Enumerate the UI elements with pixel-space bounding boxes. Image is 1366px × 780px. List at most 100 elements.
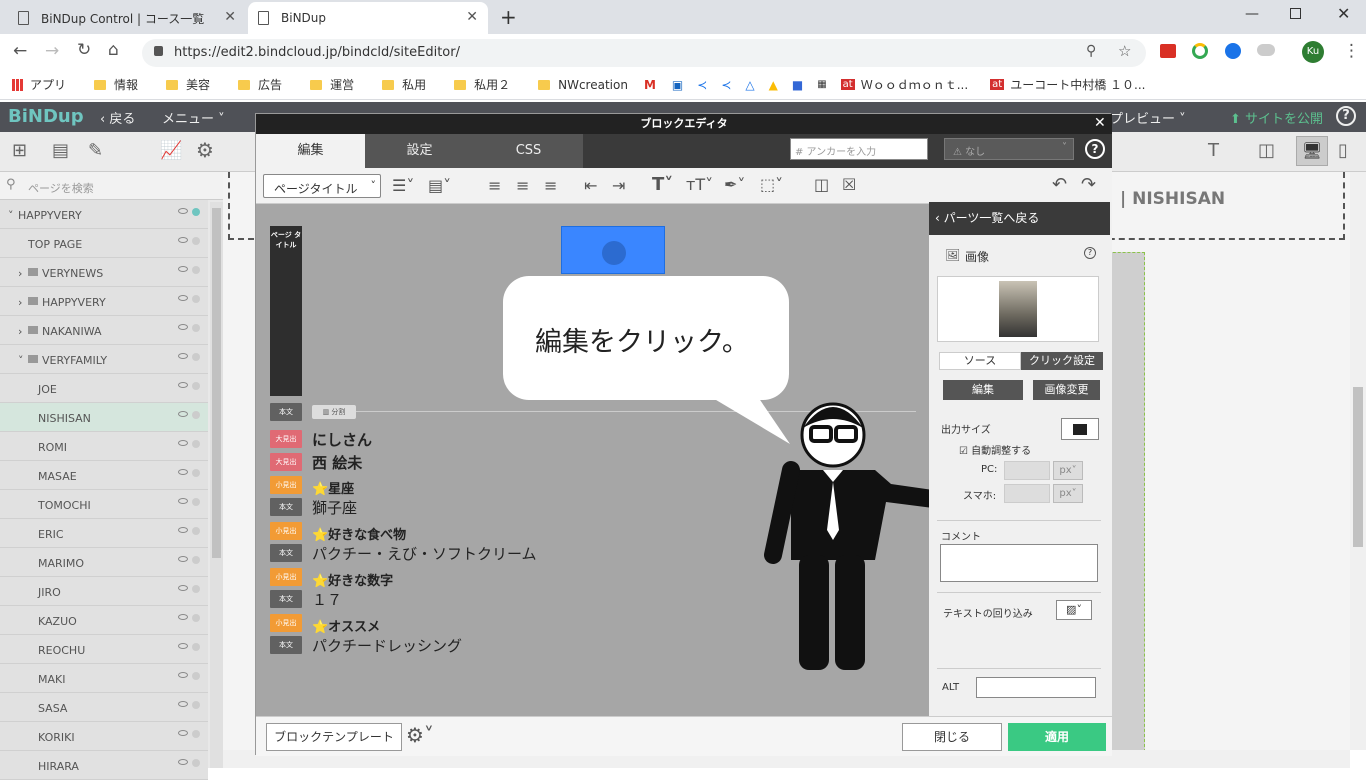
home-icon[interactable]: ⌂ [108, 40, 119, 60]
search-input[interactable]: ページを検索 [28, 180, 94, 196]
chevron-right-icon[interactable]: › [18, 267, 22, 280]
anchor-input[interactable]: # アンカーを入力 [790, 138, 928, 160]
back-arrow-icon[interactable]: ← [13, 41, 27, 61]
sidebar-item[interactable]: MARIMO [0, 548, 208, 577]
eye-icon[interactable] [178, 585, 188, 591]
bookmark-folder[interactable]: 広告 [238, 76, 282, 93]
pc-size-input[interactable] [1004, 461, 1050, 480]
outdent-icon[interactable]: ⇤ [584, 176, 597, 195]
settings-gear-icon[interactable]: ⚙ [196, 138, 214, 162]
sidebar-item[interactable]: TOP PAGE [0, 229, 208, 258]
help-icon[interactable]: ? [1336, 106, 1356, 126]
undo-icon[interactable]: ↶ [1052, 174, 1067, 195]
style-select[interactable]: ページタイトル ˅ [263, 174, 381, 198]
eye-icon[interactable] [178, 469, 188, 475]
pc-unit-select[interactable]: px˅ [1053, 461, 1083, 480]
eye-icon[interactable] [178, 440, 188, 446]
add-page-icon[interactable]: ⊞ [12, 140, 27, 161]
eye-icon[interactable] [178, 411, 188, 417]
forward-arrow-icon[interactable]: → [45, 41, 59, 61]
page-search[interactable]: ⚲ ページを検索 [0, 172, 223, 200]
content-text[interactable]: ⭐好きな数字 [312, 570, 393, 589]
eye-icon[interactable] [178, 759, 188, 765]
tab-settings[interactable]: 設定 [365, 134, 474, 168]
sidebar-item[interactable]: TOMOCHI [0, 490, 208, 519]
edit-page-icon[interactable]: ✎ [88, 140, 103, 161]
redo-icon[interactable]: ↷ [1081, 174, 1096, 195]
sidebar-item[interactable]: JOE [0, 374, 208, 403]
eye-icon[interactable] [178, 527, 188, 533]
change-image-button[interactable]: 画像変更 [1033, 380, 1100, 400]
text-style-icon[interactable]: T [1208, 140, 1219, 161]
tab-bindup[interactable]: BiNDup ✕ [248, 2, 488, 34]
edit-image-button[interactable]: 編集 [943, 380, 1023, 400]
profile-avatar[interactable]: Ku [1302, 41, 1324, 63]
desktop-view-icon[interactable]: 🖥 [1296, 136, 1328, 166]
bookmark-yucourt[interactable]: at ユーコート中村橋 １０... [990, 76, 1145, 93]
bookmark-folder[interactable]: NWcreation [538, 78, 628, 92]
tab-bindup-control[interactable]: BiNDup Control | コース一覧 ✕ [8, 2, 246, 34]
tab-edit[interactable]: 編集 [256, 134, 365, 168]
eye-icon[interactable] [178, 730, 188, 736]
site-icon[interactable]: ▣ [672, 78, 683, 92]
restore-icon[interactable] [1290, 8, 1301, 19]
bookmark-folder[interactable]: 美容 [166, 76, 210, 93]
sidebar-item[interactable]: HIRARA [0, 751, 208, 780]
text-box-icon[interactable]: ⬚˅ [760, 175, 783, 194]
align-center-icon[interactable]: ≡ [516, 176, 529, 195]
eye-icon[interactable] [178, 556, 188, 562]
eye-icon[interactable] [178, 382, 188, 388]
eye-icon[interactable] [178, 295, 188, 301]
image-thumbnail-frame[interactable] [937, 276, 1099, 342]
sidebar-item[interactable]: › NAKANIWA [0, 316, 208, 345]
sidebar-item[interactable]: MAKI [0, 664, 208, 693]
chevron-down-icon[interactable]: ˅ [8, 209, 14, 222]
ads-icon[interactable]: ▲ [769, 78, 778, 92]
layout-icon[interactable]: ◫ [1258, 140, 1275, 161]
sidebar-item[interactable]: MASAE [0, 461, 208, 490]
bookmark-apps[interactable]: アプリ [12, 76, 66, 93]
comment-textarea[interactable] [940, 544, 1098, 582]
content-text[interactable]: ⭐星座 [312, 478, 354, 497]
close-button[interactable]: 閉じる [902, 723, 1002, 751]
scrollbar-thumb[interactable] [1353, 387, 1363, 547]
content-text[interactable]: ⭐オススメ [312, 616, 380, 635]
mobile-view-icon[interactable]: ▯ [1338, 140, 1348, 161]
help-icon[interactable]: ? [1085, 139, 1105, 159]
chevron-right-icon[interactable]: › [18, 325, 22, 338]
tab-css[interactable]: CSS [474, 134, 583, 168]
bookmark-folder[interactable]: 私用２ [454, 76, 510, 93]
help-icon[interactable]: ? [1084, 247, 1096, 259]
output-size-button[interactable] [1061, 418, 1099, 440]
sidebar-scrollbar[interactable] [210, 202, 223, 768]
menu-button[interactable]: メニュー ˅ [162, 108, 225, 127]
close-tab-icon[interactable]: ✕ [466, 9, 478, 25]
star-icon[interactable]: ☆ [1118, 42, 1131, 60]
sidebar-item[interactable]: SASA [0, 693, 208, 722]
bookmark-folder[interactable]: 運営 [310, 76, 354, 93]
tab-click-settings[interactable]: クリック設定 [1021, 352, 1103, 370]
modal-close-icon[interactable]: ✕ [1094, 115, 1106, 131]
selected-image[interactable] [561, 226, 665, 274]
divider-tag[interactable]: ▥ 分割 [312, 405, 356, 419]
content-text[interactable]: にしさん [312, 429, 372, 450]
sidebar-item[interactable]: › VERYNEWS [0, 258, 208, 287]
chevron-right-icon[interactable]: › [18, 296, 22, 309]
address-bar[interactable]: https://edit2.bindcloud.jp/bindcld/siteE… [142, 39, 1146, 67]
eye-icon[interactable] [178, 701, 188, 707]
site-icon[interactable]: ≺ [697, 78, 707, 92]
align-left-icon[interactable]: ≡ [488, 176, 501, 195]
extension-icon[interactable] [1225, 43, 1241, 59]
scrollbar-thumb[interactable] [212, 208, 221, 558]
gear-icon[interactable]: ⚙˅ [406, 723, 434, 747]
drive-icon[interactable]: △ [745, 78, 754, 92]
content-text[interactable]: 獅子座 [312, 497, 357, 518]
chrome-menu-icon[interactable]: ⋮ [1343, 41, 1360, 61]
page-scrollbar[interactable] [1350, 172, 1366, 750]
bullet-list-icon[interactable]: ☰˅ [392, 176, 414, 195]
sidebar-item[interactable]: KAZUO [0, 606, 208, 635]
sidebar-item[interactable]: REOCHU [0, 635, 208, 664]
text-color-icon[interactable]: T˅ [652, 174, 673, 195]
back-to-parts-button[interactable]: ‹ パーツ一覧へ戻る [929, 202, 1110, 235]
auto-resize-checkbox[interactable]: ☑ 自動調整する [959, 442, 1031, 457]
